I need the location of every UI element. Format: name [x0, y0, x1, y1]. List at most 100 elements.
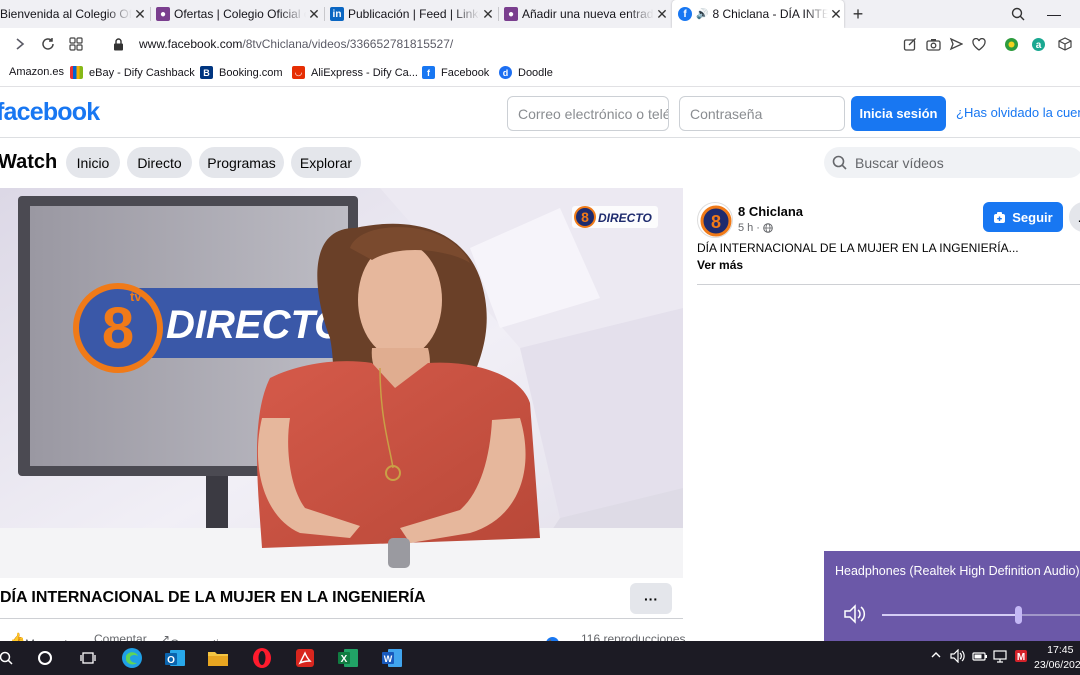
email-field[interactable]: Correo electrónico o teléfono [507, 96, 669, 131]
minimize-icon[interactable]: — [1044, 0, 1064, 28]
bookmark-aliexpress[interactable]: ◡ AliExpress - Dify Ca... [292, 66, 418, 79]
facebook-icon: f [422, 66, 435, 79]
file-explorer-icon[interactable] [206, 646, 230, 670]
page-name[interactable]: 8 Chiclana [738, 204, 803, 219]
more-options-icon[interactable]: … [1069, 202, 1080, 232]
cortana-icon[interactable] [33, 646, 57, 670]
follow-icon [993, 211, 1006, 224]
outlook-icon[interactable]: O [163, 646, 187, 670]
task-view-icon[interactable] [76, 646, 100, 670]
globe-icon [763, 223, 773, 233]
clock-time: 17:45 [1047, 644, 1074, 656]
search-placeholder: Buscar vídeos [855, 154, 944, 171]
tab-title: Bienvenida al Colegio Oficial [0, 7, 132, 21]
tab-inicio[interactable]: Inicio [66, 147, 120, 178]
camera-icon[interactable] [923, 34, 943, 54]
search-icon[interactable] [0, 646, 18, 670]
more-options-button[interactable]: ··· [630, 583, 672, 614]
bookmark-amazon[interactable]: Amazon.es [9, 66, 64, 78]
linkedin-icon: in [330, 7, 344, 21]
chevron-up-icon[interactable] [930, 649, 942, 664]
tab-explorar[interactable]: Explorar [291, 147, 361, 178]
extension-icon[interactable] [1001, 34, 1021, 54]
search-icon[interactable] [1008, 0, 1028, 28]
system-clock[interactable]: 17:45 23/06/2022 [1034, 643, 1080, 673]
acrobat-icon[interactable] [293, 646, 317, 670]
bookmark-ebay[interactable]: eBay - Dify Cashback [70, 66, 195, 79]
ebay-icon [70, 66, 83, 79]
divider [0, 618, 683, 619]
taskbar: O X W M 17:45 23/06/202 [0, 641, 1080, 675]
clock-date: 23/06/2022 [1034, 659, 1080, 671]
excel-icon[interactable]: X [336, 646, 360, 670]
see-more-link[interactable]: Ver más [697, 258, 743, 272]
tab-colegio-bienvenida[interactable]: Bienvenida al Colegio Oficial ✕ [0, 0, 148, 28]
speaker-icon[interactable] [843, 603, 867, 630]
bookmark-label: AliExpress - Dify Ca... [311, 66, 418, 79]
bookmark-label: Amazon.es [9, 66, 65, 78]
password-field[interactable]: Contraseña [679, 96, 845, 131]
volume-icon[interactable] [950, 648, 966, 666]
svg-text:X: X [341, 654, 348, 665]
grid-icon[interactable] [66, 34, 86, 54]
volume-flyout: Headphones (Realtek High Definition Audi… [824, 551, 1080, 641]
url-host: www.facebook.com [139, 37, 243, 51]
close-icon[interactable]: ✕ [654, 6, 670, 23]
word-icon[interactable]: W [380, 646, 404, 670]
svg-text:W: W [384, 654, 393, 664]
tab-directo[interactable]: Directo [127, 147, 192, 178]
edge-icon[interactable] [120, 646, 144, 670]
close-icon[interactable]: ✕ [828, 6, 844, 23]
volume-slider-thumb[interactable] [1015, 606, 1022, 624]
new-tab-button[interactable]: + [848, 0, 868, 28]
login-button[interactable]: Inicia sesión [851, 96, 946, 131]
opera-icon[interactable] [250, 646, 274, 670]
video-player[interactable]: 8 tv DIRECTO 8 DIRECTO [0, 188, 683, 578]
search-icon [832, 155, 847, 170]
bookmark-label: Doodle [518, 66, 553, 79]
audio-device-name[interactable]: Headphones (Realtek High Definition Audi… [835, 564, 1080, 578]
forward-icon[interactable] [10, 34, 30, 54]
lock-icon[interactable] [108, 34, 128, 54]
tab-8-chiclana[interactable]: f 🔊 8 Chiclana - DÍA INTERNACIONAL ✕ [672, 0, 844, 28]
tab-title: 8 Chiclana - DÍA INTERNACIONAL [712, 7, 828, 21]
forgot-account-link[interactable]: ¿Has olvidado la cuenta? [956, 105, 1080, 120]
close-icon[interactable]: ✕ [132, 6, 148, 23]
bookmark-booking[interactable]: B Booking.com [200, 66, 283, 79]
follow-button[interactable]: Seguir [983, 202, 1063, 232]
aliexpress-icon: ◡ [292, 66, 305, 79]
avatar[interactable]: 8 [697, 202, 733, 238]
search-input[interactable]: Buscar vídeos [824, 147, 1080, 178]
facebook-logo[interactable]: facebook [0, 98, 100, 127]
speaker-icon[interactable]: 🔊 [696, 9, 708, 20]
tab-linkedin[interactable]: in Publicación | Feed | LinkedIn ✕ [330, 0, 496, 28]
network-icon[interactable] [993, 649, 1009, 666]
close-icon[interactable]: ✕ [306, 6, 322, 23]
close-icon[interactable]: ✕ [480, 6, 496, 23]
tab-ofertas[interactable]: ● Ofertas | Colegio Oficial de ✕ [156, 0, 322, 28]
address-bar[interactable]: www.facebook.com/8tvChiclana/videos/3366… [139, 37, 453, 51]
send-icon[interactable] [946, 34, 966, 54]
tab-nueva-entrada[interactable]: ● Añadir una nueva entrada ✕ [504, 0, 670, 28]
bookmark-label: Facebook [441, 66, 490, 79]
share-page-icon[interactable] [900, 34, 920, 54]
cube-icon[interactable] [1055, 34, 1075, 54]
heart-icon[interactable] [969, 34, 989, 54]
screen: Bienvenida al Colegio Oficial ✕ ● Oferta… [0, 0, 1080, 675]
volume-slider-fill [882, 614, 1018, 616]
reload-icon[interactable] [38, 34, 58, 54]
svg-text:O: O [167, 655, 175, 666]
bookmark-facebook[interactable]: f Facebook [422, 66, 489, 79]
post-panel: 8 8 Chiclana 5 h · Seguir … DÍA INTERNAC… [683, 188, 1080, 578]
volume-slider[interactable] [882, 614, 1080, 616]
tv-logo-text: DIRECTO [166, 303, 345, 347]
tab-programas[interactable]: Programas [199, 147, 284, 178]
bookmark-doodle[interactable]: d Doodle [499, 66, 553, 79]
antivirus-icon[interactable]: M [1014, 649, 1028, 666]
tv-logo-tv: tv [130, 289, 142, 304]
doodle-icon: d [499, 66, 512, 79]
tab-strip: Bienvenida al Colegio Oficial ✕ ● Oferta… [0, 0, 1080, 28]
battery-icon[interactable] [972, 649, 988, 666]
amazon-assistant-icon[interactable]: a [1028, 34, 1048, 54]
post-time-text: 5 h [738, 222, 754, 234]
